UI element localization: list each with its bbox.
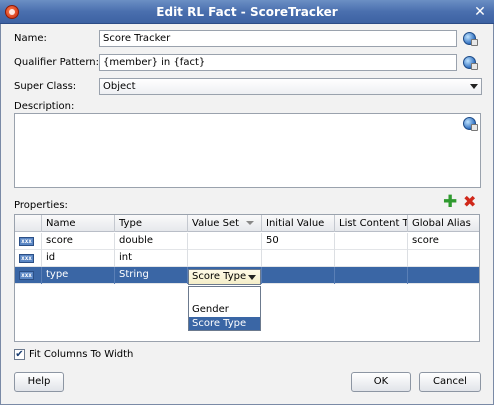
global-alias-cell[interactable] <box>408 267 479 284</box>
column-header-initial-value[interactable]: Initial Value <box>262 215 335 232</box>
type-cell[interactable]: int <box>115 250 188 267</box>
dropdown-option-empty[interactable] <box>189 289 260 302</box>
name-input[interactable]: Score Tracker <box>99 30 457 47</box>
properties-label: Properties: <box>14 200 68 211</box>
delete-property-icon[interactable]: ✖ <box>463 194 476 210</box>
name-cell[interactable]: type <box>42 267 115 284</box>
initial-value-cell[interactable] <box>262 250 335 267</box>
translate-globe-icon[interactable] <box>463 117 478 131</box>
window-title: Edit RL Fact - ScoreTracker <box>156 5 338 19</box>
dropdown-option-score-type[interactable]: Score Type <box>189 317 260 330</box>
column-header-value-set[interactable]: Value Set <box>188 215 262 232</box>
initial-value-cell[interactable] <box>262 267 335 284</box>
column-header-list-content-type[interactable]: List Content Ty <box>335 215 408 232</box>
row-icon-cell: xxx <box>15 233 42 250</box>
row-icon-cell: xxx <box>15 250 42 267</box>
column-header-type[interactable]: Type <box>115 215 188 232</box>
chevron-down-icon[interactable] <box>470 84 478 89</box>
qualifier-pattern-input[interactable]: {member} in {fact} <box>99 54 457 71</box>
global-alias-cell[interactable] <box>408 250 479 267</box>
list-content-cell[interactable] <box>335 250 408 267</box>
superclass-label: Super Class: <box>14 81 77 92</box>
help-button[interactable]: Help <box>14 372 64 392</box>
column-header-global-alias[interactable]: Global Alias <box>408 215 479 232</box>
value-set-combo[interactable]: Score Type <box>188 269 261 285</box>
value-set-combo-value: Score Type <box>192 271 247 282</box>
ok-button[interactable]: OK <box>351 372 411 392</box>
name-label: Name: <box>14 33 47 44</box>
value-set-dropdown: Gender Score Type <box>188 286 261 331</box>
fit-columns-checkbox[interactable]: ✔ <box>14 349 25 360</box>
table-row[interactable]: xxx id int <box>15 250 479 267</box>
global-alias-cell[interactable]: score <box>408 233 479 250</box>
close-button[interactable]: ✕ <box>472 4 488 20</box>
add-property-icon[interactable]: ✚ <box>443 194 457 211</box>
type-cell[interactable]: double <box>115 233 188 250</box>
sort-down-icon <box>246 221 255 225</box>
qualifier-label: Qualifier Pattern: <box>14 57 99 68</box>
name-cell[interactable]: score <box>42 233 115 250</box>
table-header: Name Type Value Set Initial Value List C… <box>15 215 479 232</box>
row-icon-cell: xxx <box>15 267 42 284</box>
value-set-cell[interactable] <box>188 233 262 250</box>
property-icon: xxx <box>19 271 34 280</box>
fit-columns-label: Fit Columns To Width <box>29 349 134 360</box>
list-content-cell[interactable] <box>335 233 408 250</box>
property-icon: xxx <box>19 254 34 263</box>
initial-value-cell[interactable]: 50 <box>262 233 335 250</box>
dropdown-option-gender[interactable]: Gender <box>189 303 260 316</box>
name-cell[interactable]: id <box>42 250 115 267</box>
description-label: Description: <box>14 101 75 112</box>
translate-globe-icon[interactable] <box>463 56 478 70</box>
chevron-down-icon[interactable] <box>248 275 256 280</box>
value-set-cell[interactable] <box>188 250 262 267</box>
column-header-icon[interactable] <box>15 215 42 232</box>
superclass-select[interactable]: Object <box>99 78 482 95</box>
properties-table: Name Type Value Set Initial Value List C… <box>14 214 480 342</box>
cancel-button[interactable]: Cancel <box>419 372 481 392</box>
property-icon: xxx <box>19 237 34 246</box>
type-cell[interactable]: String <box>115 267 188 284</box>
description-textarea[interactable] <box>14 113 481 188</box>
column-header-name[interactable]: Name <box>42 215 115 232</box>
superclass-value: Object <box>103 81 136 92</box>
table-row[interactable]: xxx score double 50 score <box>15 233 479 250</box>
translate-globe-icon[interactable] <box>463 32 478 46</box>
list-content-cell[interactable] <box>335 267 408 284</box>
